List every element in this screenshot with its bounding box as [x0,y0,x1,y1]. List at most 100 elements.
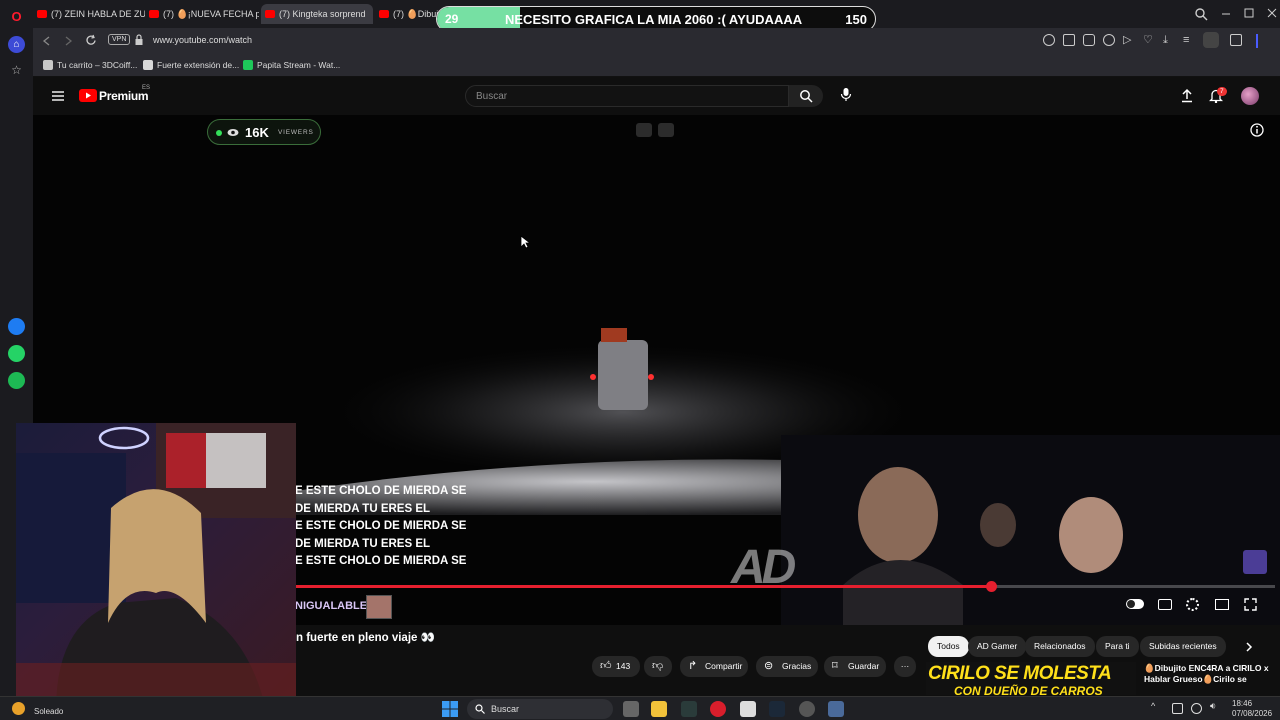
bookmark-icon: ⌑ [832,660,838,672]
hamburger-menu-icon[interactable] [51,90,65,102]
camera-icon[interactable] [658,123,674,137]
search-button[interactable] [789,85,823,107]
app-icon[interactable] [799,701,815,717]
search-input[interactable]: Buscar [465,85,789,107]
vpn-badge[interactable]: VPN [108,34,131,45]
extensions-icon[interactable] [1230,34,1242,46]
channel-logo-icon[interactable] [1243,550,1267,574]
subtitles-icon[interactable] [1158,599,1172,610]
share-button[interactable]: ↱ Compartir [680,656,748,677]
close-icon[interactable] [1266,7,1278,19]
document-app-icon[interactable] [740,701,756,717]
search-icon[interactable] [1043,34,1055,46]
browser-tab-active[interactable]: (7) Kingteka sorprend [261,4,373,24]
recommended-title[interactable]: 🥚Dibujito ENC4RA a CIRILO x Hablar Grues… [1144,663,1280,685]
tab-label: (7) Kingteka sorprend [279,9,366,19]
weather-icon[interactable] [12,702,25,715]
bookmark-item[interactable]: Papita Stream - Wat... [243,60,340,70]
bookmarks-bar: Tu carrito – 3DCoiff... Fuerte extensión… [33,53,1280,77]
profile-icon[interactable] [1203,32,1219,48]
thumbnail-subtext: CON DUEÑO DE CARROS [954,684,1103,695]
video-progress-track[interactable] [295,581,1275,592]
recommended-thumbnail[interactable]: CIRILO SE MOLESTA CON DUEÑO DE CARROS [926,662,1136,695]
like-button[interactable]: 👍︎ 143 [592,656,640,677]
minimize-icon[interactable] [1220,7,1232,19]
tab-label: (7) 🥚¡NUEVA FECHA par [163,9,259,19]
edit-icon[interactable] [1063,34,1075,46]
chip-all[interactable]: Todos [928,636,969,657]
autoplay-toggle[interactable] [1126,599,1144,609]
lock-icon[interactable] [134,34,144,46]
theater-mode-icon[interactable] [1215,599,1229,610]
opera-browser-icon[interactable] [710,701,726,717]
windows-start-icon[interactable] [442,701,458,717]
weather-label[interactable]: Soleado [34,707,63,716]
kick-favicon-icon [243,60,253,70]
display-icon[interactable] [1172,703,1183,714]
url-field[interactable]: www.youtube.com/watch [153,35,252,45]
home-icon[interactable]: ⌂ [8,36,25,53]
volume-icon[interactable]: 🔉︎ [1210,701,1216,712]
info-icon[interactable] [1250,123,1264,137]
reload-icon[interactable] [85,34,98,47]
back-icon[interactable] [41,35,53,47]
browser-toolbar: ▷ ♡ ⤓ ≡ [1043,32,1273,48]
search-tabs-icon[interactable] [1194,7,1208,21]
dislike-button[interactable]: 👎︎ [644,656,672,677]
microphone-icon[interactable] [840,87,852,103]
taskbar-search[interactable]: Buscar [467,699,613,719]
menu-icon[interactable]: ≡ [1183,34,1189,46]
viewer-label: VIEWERS [278,129,314,136]
bookmark-label: Tu carrito – 3DCoiff... [57,60,138,70]
browser-tab[interactable]: (7) 🥚Dibujit [375,4,445,24]
spotify-icon[interactable] [8,372,25,389]
bookmark-item[interactable]: Tu carrito – 3DCoiff... [43,60,137,70]
download-icon[interactable]: ⤓ [1163,34,1168,46]
video-title: n fuerte en pleno viaje 👀 [296,632,435,644]
avatar[interactable] [1241,87,1259,105]
viewers-badge: 16K VIEWERS [207,119,321,145]
steam-icon[interactable] [769,701,785,717]
whatsapp-icon[interactable] [8,345,25,362]
chip-related[interactable]: Relacionados [1025,636,1095,657]
star-icon[interactable]: ☆ [8,62,25,79]
progress-scrubber[interactable] [985,581,997,592]
upload-icon[interactable] [1180,88,1194,103]
more-actions-button[interactable]: ··· [894,656,916,677]
live-dot [216,130,222,136]
miniplayer-icon[interactable] [636,123,652,137]
file-explorer-icon[interactable] [651,701,667,717]
clock-date[interactable]: 07/08/2026 [1232,709,1272,718]
thanks-button[interactable]: ⊜ Gracias [756,656,818,677]
heart-icon[interactable]: ♡ [1143,34,1153,46]
network-icon[interactable] [1191,703,1202,714]
task-view-icon[interactable] [623,701,639,717]
app-icon[interactable] [681,701,697,717]
browser-tab[interactable]: (7) ZEIN HABLA DE ZULLY [33,4,145,24]
browser-tab[interactable]: (7) 🥚¡NUEVA FECHA par [145,4,259,24]
youtube-favicon-icon [37,10,47,18]
alert-username: NIGUALABLE: [295,600,371,612]
mouse-cursor-icon [520,235,530,249]
bookmark-item[interactable]: Fuerte extensión de... [143,60,239,70]
chat-line: DE MIERDA TU ERES EL [295,537,431,550]
play-icon[interactable]: ▷ [1123,34,1131,46]
forward-icon[interactable] [62,35,74,47]
chip-for-you[interactable]: Para ti [1096,636,1139,657]
camera-icon[interactable] [1083,34,1095,46]
chat-line: DE MIERDA TU ERES EL [295,502,431,515]
messenger-icon[interactable] [8,318,25,335]
maximize-icon[interactable] [1243,7,1255,19]
settings-gear-icon[interactable] [1186,598,1199,611]
tray-chevron-icon[interactable]: ^ [1151,701,1155,711]
fullscreen-icon[interactable] [1244,598,1257,611]
chip-channel[interactable]: AD Gamer [968,636,1027,657]
save-button[interactable]: ⌑ Guardar [824,656,886,677]
clock-time[interactable]: 18:46 [1232,699,1252,708]
opera-logo-icon[interactable]: O [8,8,25,25]
shield-icon[interactable] [1103,34,1115,46]
settings-icon[interactable] [828,701,844,717]
chevron-right-icon[interactable] [1244,641,1254,653]
thumbs-up-icon: 👍︎ [600,660,612,672]
chip-recent[interactable]: Subidas recientes [1140,636,1226,657]
